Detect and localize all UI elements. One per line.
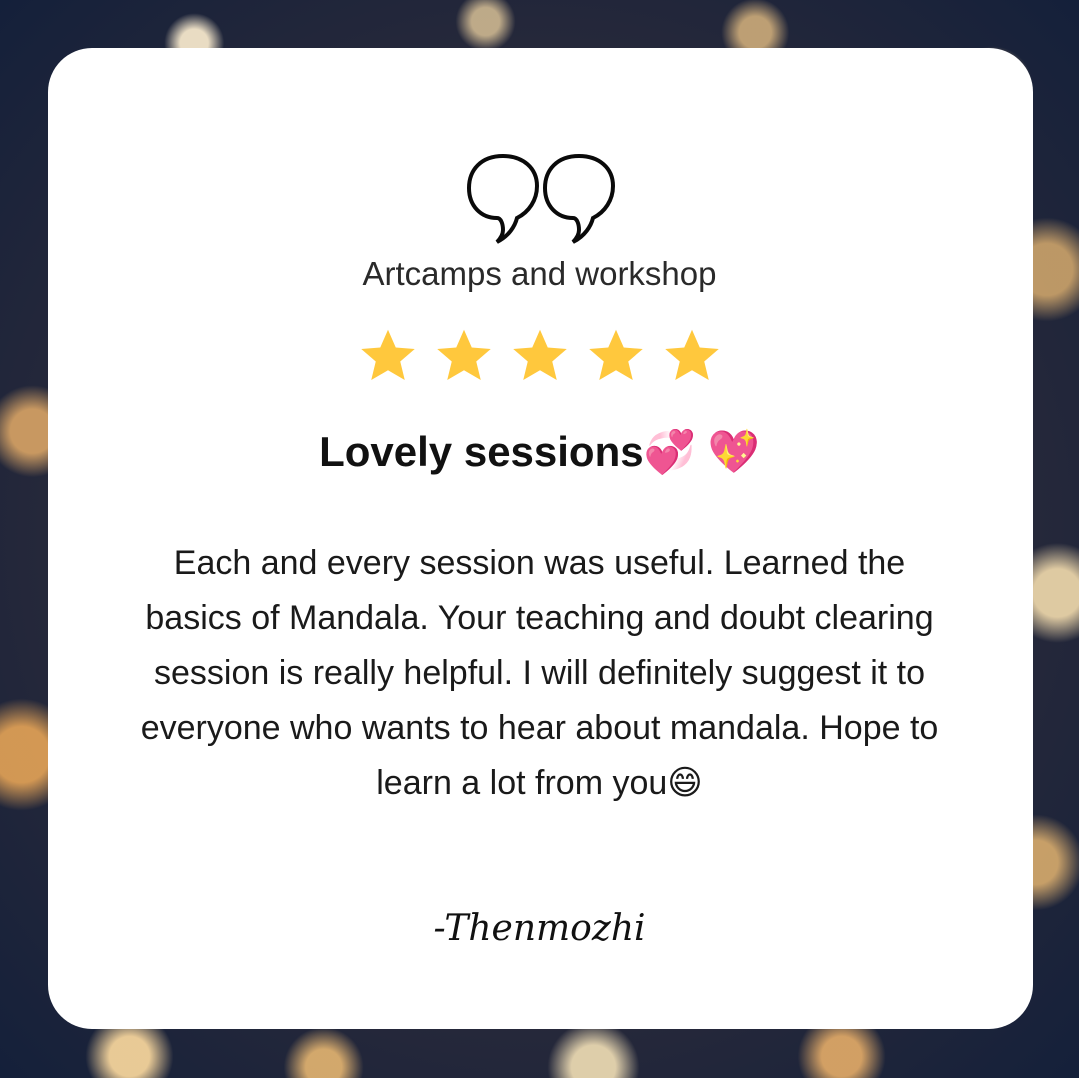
star-icon (588, 329, 643, 380)
reviewer-signature: -Thenmozhi (433, 908, 646, 949)
star-rating (0, 326, 1079, 388)
star-icon (664, 329, 719, 380)
quote-icon (466, 153, 616, 244)
star-icon (512, 329, 567, 380)
review-body: Each and every session was useful. Learn… (140, 544, 939, 802)
star-icon (360, 329, 415, 380)
review-headline: Lovely sessions💞 💖 (319, 428, 760, 475)
review-category: Artcamps and workshop (362, 255, 717, 292)
star-icon (436, 329, 491, 380)
